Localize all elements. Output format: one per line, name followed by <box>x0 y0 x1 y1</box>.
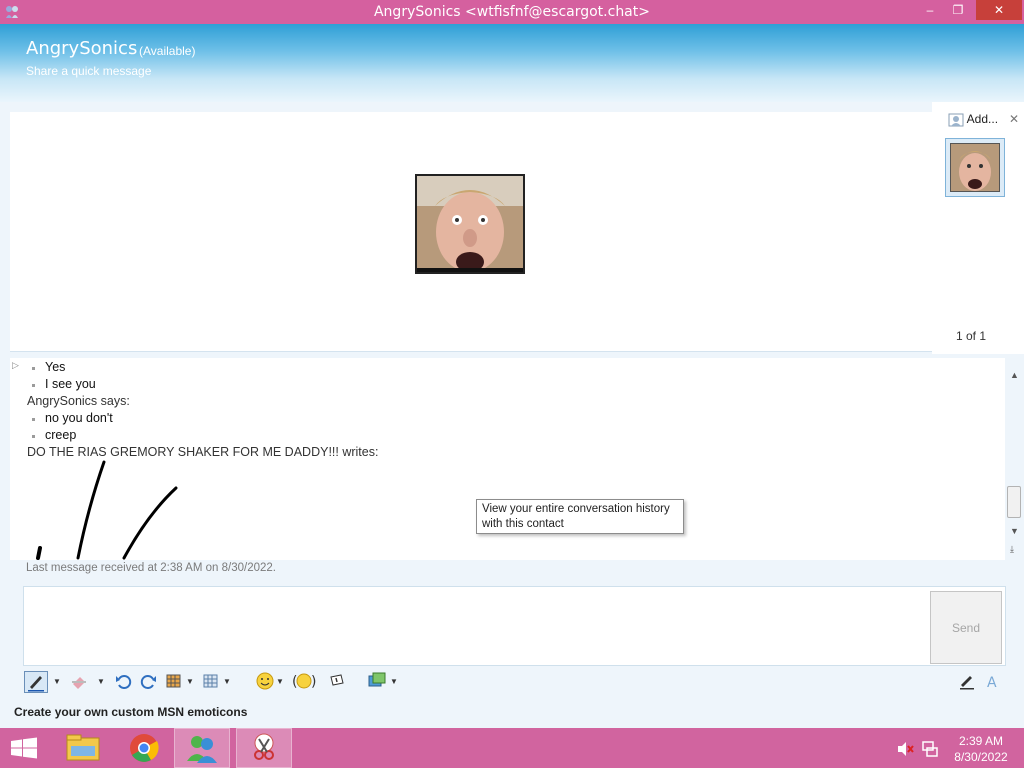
chrome-taskbar-button[interactable] <box>116 728 172 768</box>
nudge-icon <box>330 674 344 686</box>
sender-line: DO THE RIAS GREMORY SHAKER FOR ME DADDY!… <box>27 445 379 459</box>
wink-icon: () <box>292 673 316 690</box>
redo-icon <box>140 675 156 689</box>
text-mode-button[interactable]: A <box>983 671 1005 693</box>
message-bullet <box>32 384 35 387</box>
redo-button[interactable] <box>139 671 161 693</box>
message-text: creep <box>45 428 77 442</box>
grid-icon <box>166 674 181 688</box>
compose-toolbar: ▼ ▼ ▼ ▼ ▼ () ▼ A <box>23 668 1006 696</box>
scroll-end-icon[interactable]: ⤓ <box>1010 544 1014 555</box>
emoticon-promo-link[interactable]: Create your own custom MSN emoticons <box>14 705 247 719</box>
messenger-buddies-icon <box>187 736 217 763</box>
add-contact-button[interactable]: Add... <box>948 112 1008 130</box>
folder-icon <box>66 734 100 761</box>
tooltip-line: with this contact <box>482 518 564 530</box>
add-contact-icon <box>948 113 964 127</box>
image-icon <box>368 672 386 687</box>
clock-date: 8/30/2022 <box>954 750 1008 764</box>
eraser-icon <box>72 677 86 689</box>
tooltip-line: View your entire conversation history <box>482 503 670 515</box>
close-window-button[interactable]: ✕ <box>976 0 1022 20</box>
undo-button[interactable] <box>113 671 135 693</box>
handwriting-pen-button[interactable] <box>24 671 48 693</box>
sender-line: AngrySonics says: <box>27 394 130 408</box>
history-tooltip: View your entire conversation history wi… <box>476 499 684 534</box>
maximize-button[interactable]: ❐ <box>944 0 972 20</box>
contact-photo-icon <box>417 176 523 272</box>
scroll-down-icon[interactable]: ▼ <box>1010 526 1019 536</box>
contact-name: AngrySonics <box>26 38 138 59</box>
pen-dropdown-icon[interactable]: ▼ <box>53 671 61 693</box>
message-bullet <box>32 418 35 421</box>
snipping-tool-taskbar-button[interactable] <box>236 728 292 768</box>
message-text: Yes <box>45 360 66 374</box>
contact-status: (Available) <box>139 44 196 58</box>
message-text: I see you <box>45 377 96 391</box>
messenger-taskbar-button[interactable] <box>174 728 230 768</box>
handwriting-mode-icon <box>960 676 974 690</box>
network-icon[interactable] <box>921 740 939 758</box>
background-dropdown-icon[interactable]: ▼ <box>223 671 231 693</box>
add-button-label: Add... <box>966 112 999 126</box>
background-grid-icon <box>203 674 218 688</box>
conversation-scrollbar[interactable]: ▲ ▼ ⤓ <box>1006 370 1022 558</box>
system-clock[interactable]: 2:39 AM 8/30/2022 <box>948 733 1014 765</box>
nudge-button[interactable] <box>327 671 349 693</box>
contact-display-picture[interactable] <box>415 174 525 274</box>
scissors-icon <box>254 733 274 760</box>
grid-button[interactable] <box>165 671 185 693</box>
file-explorer-taskbar-button[interactable] <box>56 728 112 768</box>
chrome-icon <box>130 734 159 762</box>
scroll-thumb[interactable] <box>1007 486 1021 518</box>
eraser-dropdown-icon[interactable]: ▼ <box>97 671 105 693</box>
pen-icon <box>28 676 44 692</box>
expand-arrow-icon[interactable]: ▷ <box>12 360 19 371</box>
emoticon-button[interactable] <box>255 671 277 693</box>
wink-button[interactable]: () <box>291 671 317 693</box>
svg-text:A: A <box>987 675 997 691</box>
message-input[interactable] <box>23 586 1006 666</box>
last-message-received: Last message received at 2:38 AM on 8/30… <box>26 562 276 574</box>
background-grid-button[interactable] <box>202 671 222 693</box>
window-title: AngrySonics <wtfisfnf@escargot.chat> <box>373 4 650 20</box>
message-text: no you don't <box>45 411 113 425</box>
send-button[interactable]: Send <box>930 591 1002 664</box>
start-button[interactable] <box>0 728 48 768</box>
minimize-button[interactable]: – <box>916 0 944 20</box>
volume-muted-icon[interactable] <box>896 741 914 757</box>
close-side-pane-button[interactable]: ✕ <box>1009 112 1019 126</box>
undo-icon <box>116 675 132 689</box>
handwritten-ink-message <box>36 460 178 560</box>
eraser-button[interactable] <box>69 671 93 693</box>
grid-dropdown-icon[interactable]: ▼ <box>186 671 194 693</box>
clock-time: 2:39 AM <box>958 734 1004 748</box>
taskbar: 2:39 AM 8/30/2022 <box>0 728 1024 768</box>
scroll-up-icon[interactable]: ▲ <box>1010 370 1019 380</box>
own-display-picture[interactable] <box>945 138 1005 197</box>
message-bullet <box>32 367 35 370</box>
display-picture-area <box>10 112 932 352</box>
windows-logo-icon <box>11 737 37 759</box>
send-image-button[interactable] <box>367 671 389 693</box>
message-bullet <box>32 435 35 438</box>
title-bar: AngrySonics <wtfisfnf@escargot.chat> – ❐… <box>0 0 1024 24</box>
personal-message[interactable]: Share a quick message <box>26 64 151 78</box>
own-photo-icon <box>951 144 999 191</box>
contact-header: AngrySonics (Available) Share a quick me… <box>0 24 1024 102</box>
picture-pager: 1 of 1 <box>956 329 987 343</box>
image-dropdown-icon[interactable]: ▼ <box>390 671 398 693</box>
handwriting-mode-button[interactable] <box>957 671 979 693</box>
emoticon-dropdown-icon[interactable]: ▼ <box>276 671 284 693</box>
smiley-icon <box>256 672 274 690</box>
font-icon: A <box>987 675 997 691</box>
svg-text:): ) <box>311 674 316 690</box>
